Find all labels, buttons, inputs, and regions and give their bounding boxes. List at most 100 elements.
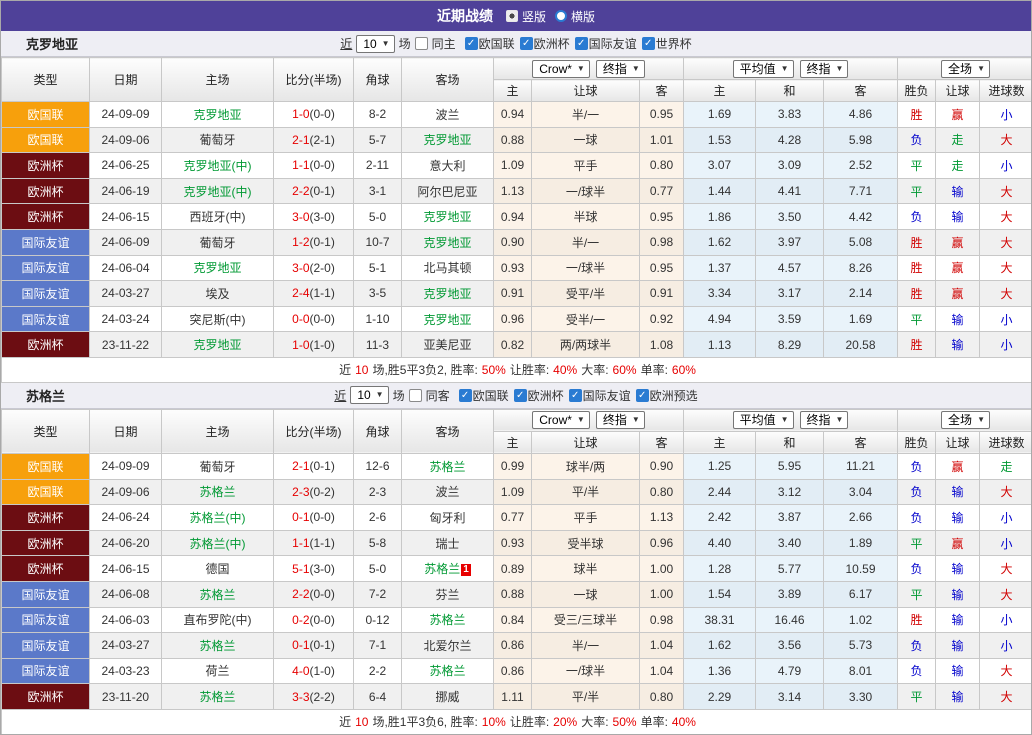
competition-checkbox[interactable]: ✓ 世界杯: [641, 35, 692, 52]
corner-cell: 2-2: [353, 657, 402, 685]
away-team-name: 克罗地亚: [423, 133, 472, 148]
checkbox-checked-icon[interactable]: ✓: [458, 388, 472, 402]
chevron-down-icon: ▼: [977, 63, 985, 73]
result-handicap-cell: 赢: [935, 101, 981, 128]
result-handicap-cell: 输: [935, 478, 981, 506]
checkbox-checked-icon[interactable]: ✓: [641, 37, 655, 50]
filter-controls: 近 10 ▼ 场 同客 ✓ 欧国联 ✓ 欧洲杯 ✓ 国际友谊 ✓ 欧洲预选: [334, 386, 698, 405]
result-scope-group: 全场 ▼: [897, 408, 1031, 432]
odds-stage-select[interactable]: 终指 ▼: [595, 411, 645, 430]
full-match-select[interactable]: 全场 ▼: [941, 59, 990, 78]
corner-cell: 6-4: [353, 683, 402, 710]
match-count-select[interactable]: 10 ▼: [350, 386, 389, 405]
bookmaker-odds-cell: 0.98: [639, 606, 684, 634]
corner-cell: 11-3: [353, 331, 402, 358]
col-home: 主场: [161, 57, 274, 102]
home-team-cell: 荷兰: [161, 657, 274, 685]
same-venue-checkbox[interactable]: [408, 388, 422, 402]
col-home: 主场: [161, 408, 274, 454]
average-odds-cell: 1.69: [822, 305, 899, 333]
halftime-score: (0-0): [309, 312, 335, 327]
bookmaker-odds-cell: 0.84: [493, 606, 532, 634]
bookmaker-odds-cell: 0.95: [639, 203, 684, 230]
competition-checkbox[interactable]: ✓ 欧洲预选: [635, 387, 698, 404]
result-goals-cell: 大: [979, 478, 1031, 506]
bookmaker-odds-cell: 0.98: [639, 228, 684, 256]
near-link[interactable]: 近: [340, 35, 352, 52]
score-cell: 2-3(0-2): [273, 478, 354, 506]
bookmaker-odds-cell: 0.96: [639, 529, 684, 557]
home-team-cell: 克罗地亚: [161, 331, 274, 358]
corner-cell: 2-3: [353, 478, 402, 506]
same-venue-checkbox[interactable]: [414, 37, 428, 50]
competition-checkbox[interactable]: ✓ 国际友谊: [568, 387, 631, 404]
radio-selected-icon[interactable]: [505, 10, 518, 22]
result-wdl-cell: 胜: [897, 331, 937, 358]
average-odds-cell: 4.57: [755, 254, 824, 282]
layout-radio-horizontal[interactable]: 横版: [555, 8, 595, 25]
competition-checkbox[interactable]: ✓ 国际友谊: [574, 35, 637, 52]
average-odds-cell: 4.42: [822, 203, 899, 230]
halftime-score: (0-0): [309, 587, 335, 602]
col-result-handicap: 让球: [935, 430, 981, 454]
average-select[interactable]: 平均值 ▼: [732, 411, 794, 430]
match-count-select[interactable]: 10 ▼: [356, 34, 395, 53]
near-link[interactable]: 近: [334, 387, 346, 404]
average-odds-cell: 38.31: [683, 606, 756, 634]
average-select[interactable]: 平均值 ▼: [732, 59, 794, 78]
home-team-name: 埃及: [205, 286, 230, 301]
date-cell: 24-09-09: [89, 452, 162, 480]
team-name-heading: 苏格兰: [26, 388, 66, 404]
home-team-cell: 葡萄牙: [161, 452, 274, 480]
average-odds-group: 平均值 ▼ 终指 ▼: [682, 408, 899, 432]
competition-checkbox[interactable]: ✓ 欧洲杯: [513, 387, 564, 404]
odds-stage-select[interactable]: 终指 ▼: [595, 59, 645, 78]
chevron-down-icon: ▼: [381, 38, 390, 48]
match-row: 国际友谊 24-06-03 直布罗陀(中) 0-2(0-0) 0-12 苏格兰 0.84 受三…: [1, 606, 1031, 634]
away-team-cell: 波兰: [401, 101, 494, 128]
competition-label: 欧洲预选: [649, 388, 698, 403]
match-row: 欧洲杯 24-06-15 德国 5-1(3-0) 5-0 苏格兰 1 0.89 球半 1.00 1.…: [1, 555, 1031, 582]
away-team-cell: 瑞士: [401, 529, 494, 557]
away-team-cell: 挪威: [401, 683, 494, 710]
odds-stage-select2[interactable]: 终指 ▼: [799, 59, 849, 78]
result-handicap-cell: 输: [935, 555, 981, 582]
summary-segment: 场,胜5平3负2, 胜率:: [372, 363, 478, 378]
home-team-cell: 葡萄牙: [161, 228, 274, 256]
col-score: 比分(半场): [273, 408, 354, 454]
result-handicap-cell: 输: [935, 504, 981, 531]
competition-checkbox[interactable]: ✓ 欧国联: [464, 35, 515, 52]
fulltime-score: 2-2: [292, 184, 310, 199]
home-team-name: 德国: [205, 562, 230, 577]
checkbox-checked-icon[interactable]: ✓: [568, 388, 582, 402]
competition-checkbox[interactable]: ✓ 欧国联: [458, 387, 509, 404]
corner-cell: 0-12: [353, 606, 402, 634]
checkbox-checked-icon[interactable]: ✓: [513, 388, 527, 402]
corner-cell: 5-7: [353, 126, 402, 154]
result-goals-cell: 大: [979, 228, 1031, 256]
competition-checkbox[interactable]: ✓ 欧洲杯: [519, 35, 570, 52]
home-team-cell: 苏格兰(中): [161, 529, 274, 557]
average-odds-cell: 1.37: [683, 254, 756, 282]
checkbox-checked-icon[interactable]: ✓: [574, 37, 588, 50]
checkbox-checked-icon[interactable]: ✓: [635, 388, 649, 402]
result-handicap-cell: 输: [935, 606, 981, 634]
checkbox-checked-icon[interactable]: ✓: [464, 37, 478, 50]
odds-stage-value: 终指: [602, 61, 627, 76]
filter-bar: 苏格兰 近 10 ▼ 场 同客 ✓ 欧国联 ✓ 欧洲杯 ✓ 国际友谊 ✓ 欧洲预选: [1, 382, 1031, 409]
summary-segment: 单率:: [640, 715, 668, 730]
competition-filters: ✓ 欧国联 ✓ 欧洲杯 ✓ 国际友谊 ✓ 世界杯: [460, 35, 692, 52]
full-match-select[interactable]: 全场 ▼: [941, 411, 990, 430]
bookmaker-select[interactable]: Crow* ▼: [532, 411, 590, 430]
layout-radio-vertical[interactable]: 竖版: [505, 8, 546, 25]
bookmaker-odds-cell: 一球: [531, 126, 640, 154]
home-team-cell: 苏格兰: [161, 632, 274, 659]
average-odds-cell: 4.79: [755, 657, 824, 685]
checkbox-checked-icon[interactable]: ✓: [519, 37, 533, 50]
average-odds-cell: 4.86: [822, 101, 899, 128]
bookmaker-select[interactable]: Crow* ▼: [532, 59, 590, 78]
average-odds-cell: 3.50: [755, 203, 824, 230]
odds-stage-select2[interactable]: 终指 ▼: [799, 411, 849, 430]
average-odds-cell: 3.87: [755, 504, 824, 531]
radio-unselected-icon[interactable]: [555, 10, 567, 22]
